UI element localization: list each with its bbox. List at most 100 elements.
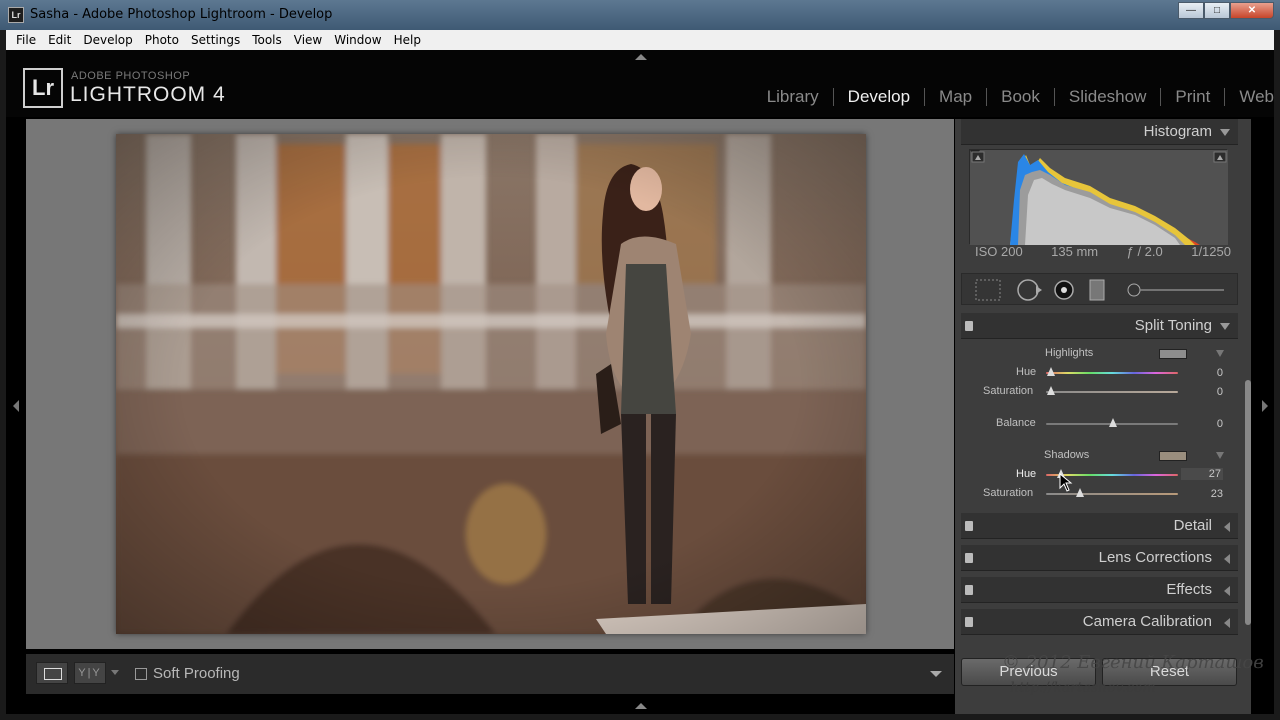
menu-window[interactable]: Window xyxy=(328,33,387,47)
graduated-filter-icon xyxy=(1089,279,1105,301)
shadows-expand-icon[interactable] xyxy=(1216,452,1224,459)
shadows-saturation-label: Saturation xyxy=(983,487,1034,499)
camera-calibration-header[interactable]: Camera Calibration xyxy=(961,609,1238,635)
right-panel: Histogram ISO 200 135 mm ƒ / 2.0 1/1250 … xyxy=(955,119,1251,714)
histogram-title: Histogram xyxy=(1143,123,1212,140)
shadows-saturation-track[interactable] xyxy=(1046,493,1178,495)
panel-switch-icon[interactable] xyxy=(965,321,973,331)
module-map[interactable]: Map xyxy=(925,88,988,106)
histogram-graph xyxy=(969,149,1228,245)
collapse-bottom-icon[interactable] xyxy=(635,703,647,709)
maximize-icon[interactable]: □ xyxy=(1204,2,1230,19)
lightroom-logo: Lr xyxy=(23,68,63,108)
balance-label: Balance xyxy=(996,417,1036,429)
app-icon: Lr xyxy=(8,7,24,23)
highlights-saturation-value[interactable]: 0 xyxy=(1193,386,1223,398)
menu-settings[interactable]: Settings xyxy=(185,33,246,47)
panel-switch-icon[interactable] xyxy=(965,521,973,531)
tool-strip xyxy=(961,273,1238,305)
expand-icon xyxy=(1224,554,1230,564)
window-controls: — □ ✕ xyxy=(1178,2,1274,22)
soft-proofing-checkbox[interactable] xyxy=(135,668,147,680)
panel-switch-icon[interactable] xyxy=(965,617,973,627)
panel-scrollbar[interactable] xyxy=(1245,380,1251,625)
brand-subtitle: ADOBE PHOTOSHOP xyxy=(71,70,191,82)
mouse-cursor-icon xyxy=(1059,473,1073,492)
watermark-url: http://kartashov.com xyxy=(1010,680,1156,696)
crop-icon xyxy=(975,279,1001,301)
menu-help[interactable]: Help xyxy=(388,33,427,47)
balance-value[interactable]: 0 xyxy=(1193,418,1223,430)
detail-header[interactable]: Detail xyxy=(961,513,1238,539)
collapse-top-icon[interactable] xyxy=(635,54,647,60)
before-after-dropdown-icon[interactable] xyxy=(111,670,119,675)
histogram-header[interactable]: Histogram xyxy=(961,119,1238,145)
collapse-left-icon[interactable] xyxy=(13,400,19,412)
collapse-right-icon[interactable] xyxy=(1262,400,1268,412)
minimize-icon[interactable]: — xyxy=(1178,2,1204,19)
collapse-icon xyxy=(1220,323,1230,330)
highlights-saturation-slider[interactable] xyxy=(1047,386,1055,395)
effects-header[interactable]: Effects xyxy=(961,577,1238,603)
module-slideshow[interactable]: Slideshow xyxy=(1055,88,1162,106)
shadows-hue-value[interactable]: 27 xyxy=(1181,468,1223,480)
module-library[interactable]: Library xyxy=(753,88,834,106)
title-bar: Lr Sasha - Adobe Photoshop Lightroom - D… xyxy=(0,0,1280,30)
collapse-icon xyxy=(1220,129,1230,136)
adjustment-brush-icon xyxy=(1127,283,1141,297)
toolbar-options-icon[interactable] xyxy=(930,671,942,677)
expand-icon xyxy=(1224,586,1230,596)
shadows-saturation-value[interactable]: 23 xyxy=(1193,488,1223,500)
image-preview-area xyxy=(26,119,954,649)
module-develop[interactable]: Develop xyxy=(834,88,926,106)
menu-bar: File Edit Develop Photo Settings Tools V… xyxy=(6,30,1274,50)
highlights-hue-label: Hue xyxy=(1016,366,1037,378)
aperture: ƒ / 2.0 xyxy=(1126,244,1163,259)
highlights-expand-icon[interactable] xyxy=(1216,350,1224,357)
watermark-text: © 2012 Евгений Карташов xyxy=(1002,652,1264,673)
photo[interactable] xyxy=(116,134,866,634)
highlights-saturation-label: Saturation xyxy=(983,385,1034,397)
tool-strip-icons xyxy=(975,279,1224,301)
highlights-hue-track[interactable] xyxy=(1046,372,1178,374)
panel-switch-icon[interactable] xyxy=(965,585,973,595)
before-after-button[interactable]: Y|Y xyxy=(74,662,106,684)
menu-tools[interactable]: Tools xyxy=(246,33,288,47)
preview-toolbar: Y|Y Soft Proofing xyxy=(26,654,954,694)
highlights-hue-slider[interactable] xyxy=(1047,367,1055,376)
menu-develop[interactable]: Develop xyxy=(77,33,138,47)
menu-photo[interactable]: Photo xyxy=(139,33,185,47)
histogram-info: ISO 200 135 mm ƒ / 2.0 1/1250 xyxy=(955,244,1251,259)
module-web[interactable]: Web xyxy=(1225,88,1274,106)
panel-switch-icon[interactable] xyxy=(965,553,973,563)
menu-view[interactable]: View xyxy=(288,33,328,47)
shadows-saturation-slider[interactable] xyxy=(1076,488,1084,497)
photo-image xyxy=(116,134,866,634)
shutter-speed: 1/1250 xyxy=(1191,244,1231,259)
menu-file[interactable]: File xyxy=(10,33,42,47)
module-picker: Library Develop Map Book Slideshow Print… xyxy=(753,88,1274,106)
menu-edit[interactable]: Edit xyxy=(42,33,77,47)
balance-slider[interactable] xyxy=(1109,418,1117,427)
highlights-saturation-track[interactable] xyxy=(1046,391,1178,393)
module-print[interactable]: Print xyxy=(1161,88,1226,106)
loupe-view-button[interactable] xyxy=(36,662,68,684)
highlights-label: Highlights xyxy=(1045,347,1094,359)
window-title: Sasha - Adobe Photoshop Lightroom - Deve… xyxy=(30,7,333,22)
shadows-label: Shadows xyxy=(1044,449,1090,461)
shadows-color-swatch[interactable] xyxy=(1159,451,1187,461)
focal-length: 135 mm xyxy=(1051,244,1099,259)
highlights-color-swatch[interactable] xyxy=(1159,349,1187,359)
detail-title: Detail xyxy=(1173,517,1212,534)
lightroom-window: Lr Sasha - Adobe Photoshop Lightroom - D… xyxy=(0,0,1280,720)
highlights-hue-value[interactable]: 0 xyxy=(1193,367,1223,379)
lens-corrections-title: Lens Corrections xyxy=(1098,549,1212,566)
lens-corrections-header[interactable]: Lens Corrections xyxy=(961,545,1238,571)
module-bar: Lr ADOBE PHOTOSHOP LIGHTROOM 4 Library D… xyxy=(6,50,1274,117)
spot-removal-icon xyxy=(1017,279,1039,301)
module-book[interactable]: Book xyxy=(987,88,1055,106)
split-toning-header[interactable]: Split Toning xyxy=(961,313,1238,339)
effects-title: Effects xyxy=(1166,581,1212,598)
expand-icon xyxy=(1224,522,1230,532)
close-icon[interactable]: ✕ xyxy=(1230,2,1274,19)
